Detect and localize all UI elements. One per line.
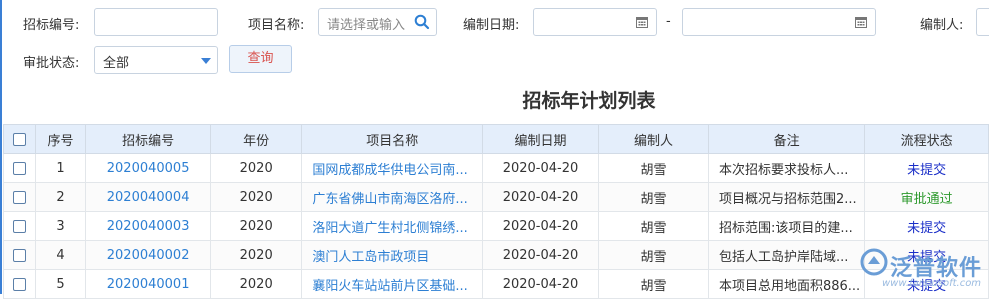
bid-no-input[interactable]	[94, 8, 218, 36]
project-link[interactable]: 国网成都成华供电公司南...	[301, 153, 484, 183]
project-link[interactable]: 澳门人工岛市政项目	[301, 240, 484, 270]
watermark-url: www.fanpusoft.com	[882, 278, 982, 289]
bid-no-link[interactable]: 2020040001	[85, 269, 211, 299]
project-link[interactable]: 襄阳火车站站前片区基础...	[301, 269, 484, 299]
project-link[interactable]: 广东省佛山市南海区洛府...	[301, 182, 484, 212]
author-cell: 胡雪	[597, 153, 709, 183]
col-header[interactable]: 序号	[34, 124, 87, 154]
note-cell: 本项目总用地面积886...	[707, 269, 866, 299]
col-header[interactable]: 项目名称	[301, 124, 484, 154]
date-cell: 2020-04-20	[482, 153, 599, 183]
row-checkbox[interactable]	[3, 269, 36, 299]
date-start-input[interactable]	[533, 8, 657, 36]
row-checkbox[interactable]	[3, 153, 36, 183]
date-cell: 2020-04-20	[482, 182, 599, 212]
table-row[interactable]: 5 2020040001 2020 襄阳火车站站前片区基础... 2020-04…	[3, 269, 989, 299]
project-placeholder: 请选择或输入	[327, 18, 406, 33]
status-label: 审批状态:	[23, 56, 80, 71]
project-link[interactable]: 洛阳大道广生村北侧锦绣...	[301, 211, 484, 241]
col-header[interactable]: 招标编号	[85, 124, 211, 154]
chevron-down-icon	[201, 58, 211, 64]
table-row[interactable]: 1 2020040005 2020 国网成都成华供电公司南... 2020-04…	[3, 153, 989, 183]
bid-no-link[interactable]: 2020040002	[85, 240, 211, 270]
date-separator: -	[666, 14, 671, 29]
author-cell: 胡雪	[597, 269, 709, 299]
note-cell: 本次招标要求投标人...	[707, 153, 866, 183]
note-cell: 包括人工岛护岸陆域...	[707, 240, 866, 270]
row-checkbox[interactable]	[3, 182, 36, 212]
table-header: 序号 招标编号 年份 项目名称 编制日期 编制人 备注 流程状态	[3, 124, 989, 154]
year-cell: 2020	[209, 153, 303, 183]
watermark-logo: 泛普软件 www.fanpusoft.com	[860, 244, 985, 294]
author-cell: 胡雪	[597, 211, 709, 241]
project-input[interactable]: 请选择或输入	[318, 8, 437, 36]
year-cell: 2020	[209, 182, 303, 212]
status-select[interactable]: 全部	[94, 46, 218, 74]
status-cell[interactable]: 未提交	[864, 153, 989, 183]
col-header[interactable]: 年份	[209, 124, 303, 154]
date-cell: 2020-04-20	[482, 240, 599, 270]
table-row[interactable]: 2 2020040004 2020 广东省佛山市南海区洛府... 2020-04…	[3, 182, 989, 212]
table-row[interactable]: 4 2020040002 2020 澳门人工岛市政项目 2020-04-20 胡…	[3, 240, 989, 270]
calendar-icon[interactable]	[855, 16, 867, 28]
bid-no-link[interactable]: 2020040005	[85, 153, 211, 183]
select-all-checkbox[interactable]	[3, 124, 36, 154]
row-checkbox[interactable]	[3, 211, 36, 241]
author-cell: 胡雪	[597, 240, 709, 270]
calendar-icon[interactable]	[636, 16, 648, 28]
author-input[interactable]	[976, 8, 989, 36]
left-border	[0, 0, 2, 294]
date-label: 编制日期:	[463, 18, 520, 33]
author-label: 编制人:	[920, 18, 964, 33]
note-cell: 项目概况与招标范围2...	[707, 182, 866, 212]
row-index: 5	[34, 269, 87, 299]
page-title: 招标年计划列表	[522, 90, 656, 112]
col-header[interactable]: 备注	[707, 124, 866, 154]
year-cell: 2020	[209, 269, 303, 299]
year-cell: 2020	[209, 240, 303, 270]
row-index: 1	[34, 153, 87, 183]
search-icon[interactable]	[414, 14, 430, 30]
plan-table: 序号 招标编号 年份 项目名称 编制日期 编制人 备注 流程状态 1 20200…	[3, 124, 989, 299]
query-button[interactable]: 查询	[229, 45, 292, 73]
year-cell: 2020	[209, 211, 303, 241]
status-cell[interactable]: 审批通过	[864, 182, 989, 212]
date-end-input[interactable]	[682, 8, 876, 36]
date-cell: 2020-04-20	[482, 211, 599, 241]
bid-no-label: 招标编号:	[23, 18, 80, 33]
row-index: 3	[34, 211, 87, 241]
date-cell: 2020-04-20	[482, 269, 599, 299]
row-checkbox[interactable]	[3, 240, 36, 270]
row-index: 4	[34, 240, 87, 270]
row-index: 2	[34, 182, 87, 212]
logo-icon	[860, 248, 888, 276]
bid-no-link[interactable]: 2020040003	[85, 211, 211, 241]
table-row[interactable]: 3 2020040003 2020 洛阳大道广生村北侧锦绣... 2020-04…	[3, 211, 989, 241]
bid-no-link[interactable]: 2020040004	[85, 182, 211, 212]
note-cell: 招标范围:该项目的建...	[707, 211, 866, 241]
col-header[interactable]: 流程状态	[864, 124, 989, 154]
status-cell[interactable]: 未提交	[864, 211, 989, 241]
col-header[interactable]: 编制日期	[482, 124, 599, 154]
author-cell: 胡雪	[597, 182, 709, 212]
project-label: 项目名称:	[248, 18, 305, 33]
col-header[interactable]: 编制人	[597, 124, 709, 154]
